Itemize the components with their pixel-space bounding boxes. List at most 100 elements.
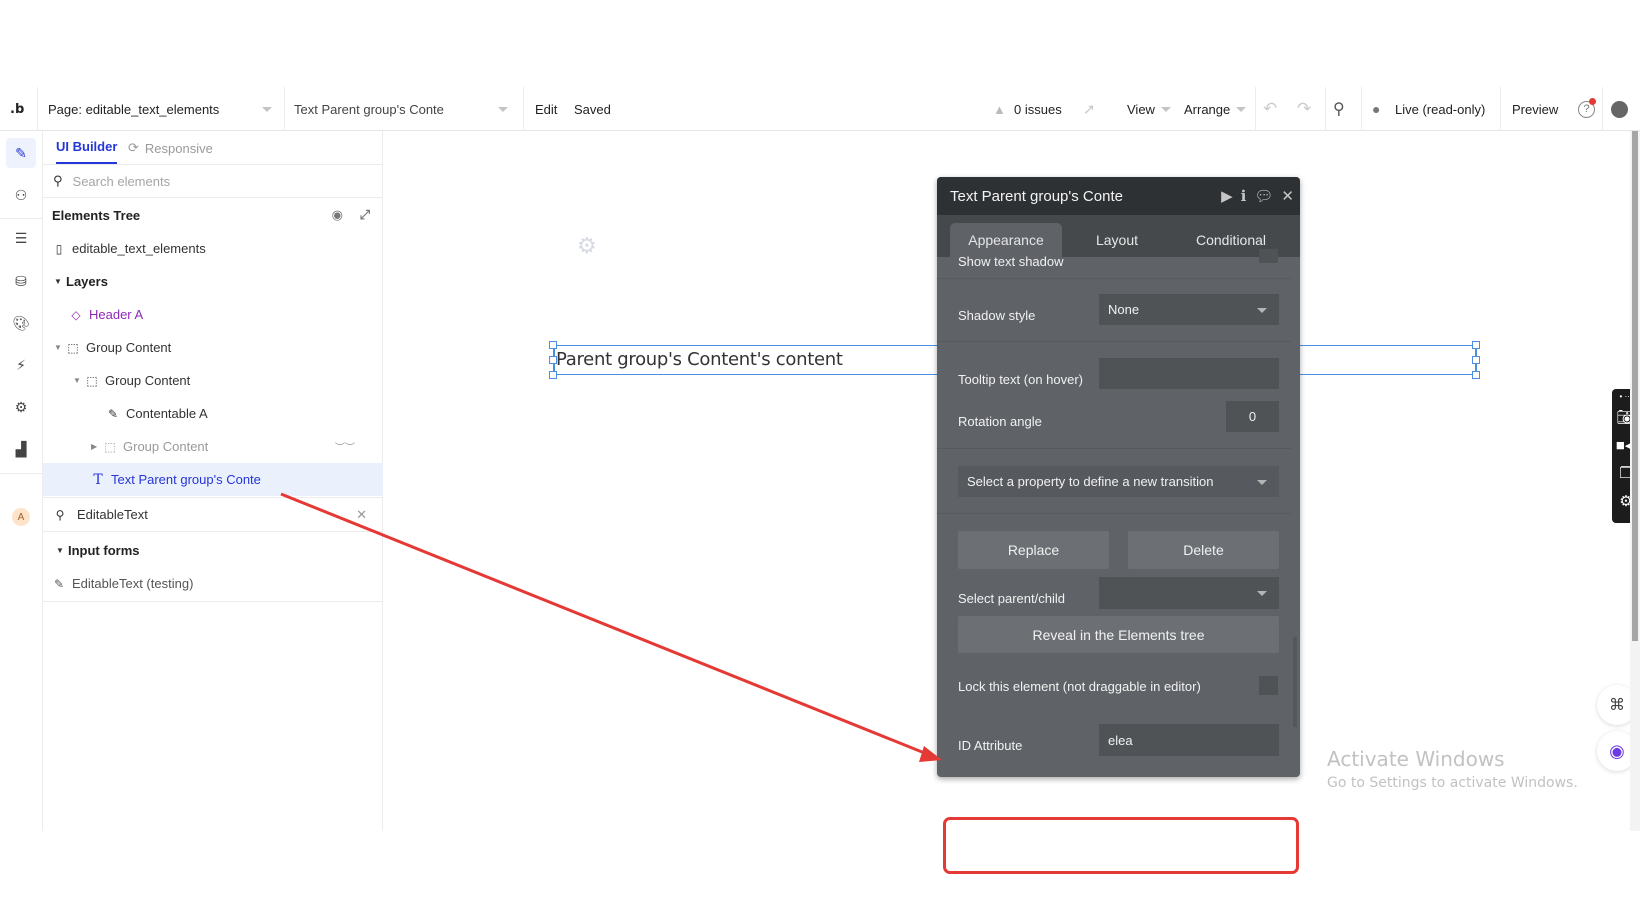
divider xyxy=(1255,87,1256,131)
hidden-eye-icon[interactable]: ︶︶ xyxy=(335,439,355,454)
tree-item-group-content-hidden[interactable]: ▶ ⬚ Group Content ︶︶ xyxy=(43,430,383,463)
tree-item-group-content-nested[interactable]: ▼ ⬚ Group Content xyxy=(43,364,383,397)
tree-item-layers[interactable]: ▼ Layers xyxy=(43,265,383,298)
tree-item-label: editable_text_elements xyxy=(72,241,206,256)
divider xyxy=(937,513,1291,514)
resize-handle[interactable] xyxy=(1472,356,1480,364)
expand-icon[interactable]: ⤢ xyxy=(360,207,370,223)
tree-item-group-content[interactable]: ▼ ⬚ Group Content xyxy=(43,331,383,364)
search-elements-input[interactable] xyxy=(72,173,323,189)
transition-dropdown[interactable]: Select a property to define a new transi… xyxy=(958,466,1279,497)
comment-icon[interactable]: 💬︎ xyxy=(1254,187,1273,205)
live-status[interactable]: Live (read-only) xyxy=(1395,87,1485,131)
select-parent-child-dropdown[interactable] xyxy=(1099,577,1279,609)
tree-item-label: Contentable A xyxy=(126,406,208,421)
chevron-down-icon xyxy=(1257,591,1267,596)
logs-chart-icon[interactable]: ▟ xyxy=(7,435,35,463)
resize-handle[interactable] xyxy=(549,356,557,364)
play-icon[interactable]: ▶ xyxy=(1221,187,1233,205)
highlight-box xyxy=(943,817,1299,874)
workflow-tree-icon[interactable]: ⚇ xyxy=(7,181,35,209)
list-item-label: EditableText (testing) xyxy=(72,576,194,591)
globe-icon: ● xyxy=(1372,101,1381,117)
divider xyxy=(43,531,383,532)
user-avatar-icon[interactable] xyxy=(1611,87,1628,131)
avatar[interactable]: A xyxy=(12,508,30,526)
divider xyxy=(523,87,524,131)
tab-ui-builder[interactable]: UI Builder xyxy=(56,131,118,164)
group-icon: ⬚ xyxy=(67,340,79,355)
divider xyxy=(284,87,285,131)
design-pencil-icon[interactable]: ✎ xyxy=(6,138,36,168)
section-title: Input forms xyxy=(68,543,140,558)
tree-item-page[interactable]: ▯ editable_text_elements xyxy=(43,232,383,265)
chevron-down-icon xyxy=(1257,479,1267,485)
database-icon[interactable]: ⛁ xyxy=(7,267,35,295)
canvas-scrollbar[interactable] xyxy=(1630,131,1640,831)
left-icon-rail: ✎ ⚇ ☰ ⛁ 🎨︎ ⚡︎ ⚙ ▟ A xyxy=(0,131,43,831)
search-editable-text[interactable]: ⚲ EditableText ✕ xyxy=(43,498,383,531)
scrollbar-thumb[interactable] xyxy=(1632,131,1638,641)
search-editable-text-value: EditableText xyxy=(77,507,148,522)
data-stack-icon[interactable]: ☰ xyxy=(7,224,35,252)
caret-right-icon[interactable]: ▶ xyxy=(91,442,103,451)
redo-icon[interactable]: ↷ xyxy=(1297,87,1311,131)
tree-item-label: Text Parent group's Conte xyxy=(111,472,261,487)
tab-responsive[interactable]: ⟳ Responsive xyxy=(128,131,213,165)
property-editor-header[interactable]: Text Parent group's Conte ▶ ℹ 💬︎ ✕ xyxy=(937,177,1300,215)
tab-appearance[interactable]: Appearance xyxy=(950,223,1062,257)
gear-icon[interactable]: ⚙ xyxy=(577,233,597,259)
resize-handle[interactable] xyxy=(549,371,557,379)
list-item-editable-text[interactable]: ✎ EditableText (testing) xyxy=(43,567,383,600)
tree-item-text-selected[interactable]: T Text Parent group's Conte xyxy=(43,463,383,496)
help-icon[interactable]: ? xyxy=(1578,87,1596,131)
tree-item-label: Group Content xyxy=(105,373,191,388)
edit-mode-button[interactable]: Edit xyxy=(535,87,557,131)
rotation-angle-input[interactable]: 0 xyxy=(1226,401,1279,432)
caret-down-icon[interactable]: ▼ xyxy=(54,343,66,352)
show-text-shadow-checkbox[interactable] xyxy=(1259,249,1278,263)
lock-element-checkbox[interactable] xyxy=(1259,676,1278,695)
undo-icon[interactable]: ↶ xyxy=(1263,87,1277,131)
pencil-icon: ✎ xyxy=(53,576,65,591)
view-menu[interactable]: View xyxy=(1127,87,1171,131)
search-icon[interactable]: ⚲ xyxy=(1333,87,1345,131)
tree-item-label: Header A xyxy=(89,307,144,322)
section-input-forms[interactable]: ▼ Input forms xyxy=(43,534,383,567)
clear-icon[interactable]: ✕ xyxy=(356,507,367,523)
show-text-shadow-label: Show text shadow xyxy=(958,254,1064,266)
chevron-down-icon xyxy=(498,106,508,112)
close-icon[interactable]: ✕ xyxy=(1281,187,1294,205)
replace-button[interactable]: Replace xyxy=(958,531,1109,569)
elements-tree-title: Elements Tree xyxy=(52,207,141,223)
resize-handle[interactable] xyxy=(1472,371,1480,379)
shadow-style-dropdown[interactable]: None xyxy=(1099,294,1279,325)
info-icon[interactable]: ℹ xyxy=(1241,187,1247,205)
editor-scrollbar[interactable] xyxy=(1293,637,1297,727)
tooltip-input[interactable] xyxy=(1099,358,1279,389)
eye-icon[interactable]: ◉ xyxy=(332,207,343,223)
rotation-angle-label: Rotation angle xyxy=(958,414,1042,429)
arrange-menu-label: Arrange xyxy=(1184,101,1231,117)
divider xyxy=(1325,87,1326,131)
tree-item-label: Group Content xyxy=(86,340,172,355)
tab-layout[interactable]: Layout xyxy=(1067,223,1167,257)
resize-handle[interactable] xyxy=(1472,341,1480,349)
reveal-in-tree-button[interactable]: Reveal in the Elements tree xyxy=(958,616,1279,653)
plugins-icon[interactable]: ⚡︎ xyxy=(7,351,35,379)
delete-button[interactable]: Delete xyxy=(1128,531,1279,569)
element-selector[interactable]: Text Parent group's Conte xyxy=(294,87,514,131)
styles-palette-icon[interactable]: 🎨︎ xyxy=(7,309,35,337)
settings-gear-icon[interactable]: ⚙ xyxy=(7,393,35,421)
page-selector[interactable]: Page: editable_text_elements xyxy=(48,87,278,131)
resize-handle[interactable] xyxy=(549,341,557,349)
transition-placeholder: Select a property to define a new transi… xyxy=(967,474,1214,489)
id-attribute-input[interactable]: elea xyxy=(1099,724,1279,756)
inspect-cursor-icon[interactable]: ➚ xyxy=(1083,87,1096,131)
caret-down-icon[interactable]: ▼ xyxy=(73,376,85,385)
tree-item-contentable-a[interactable]: ✎ Contentable A xyxy=(43,397,383,430)
preview-button[interactable]: Preview xyxy=(1512,87,1558,131)
arrange-menu[interactable]: Arrange xyxy=(1184,87,1247,131)
tree-item-header-a[interactable]: ◇ Header A xyxy=(43,298,383,331)
issues-button[interactable]: 0 issues xyxy=(1014,87,1062,131)
